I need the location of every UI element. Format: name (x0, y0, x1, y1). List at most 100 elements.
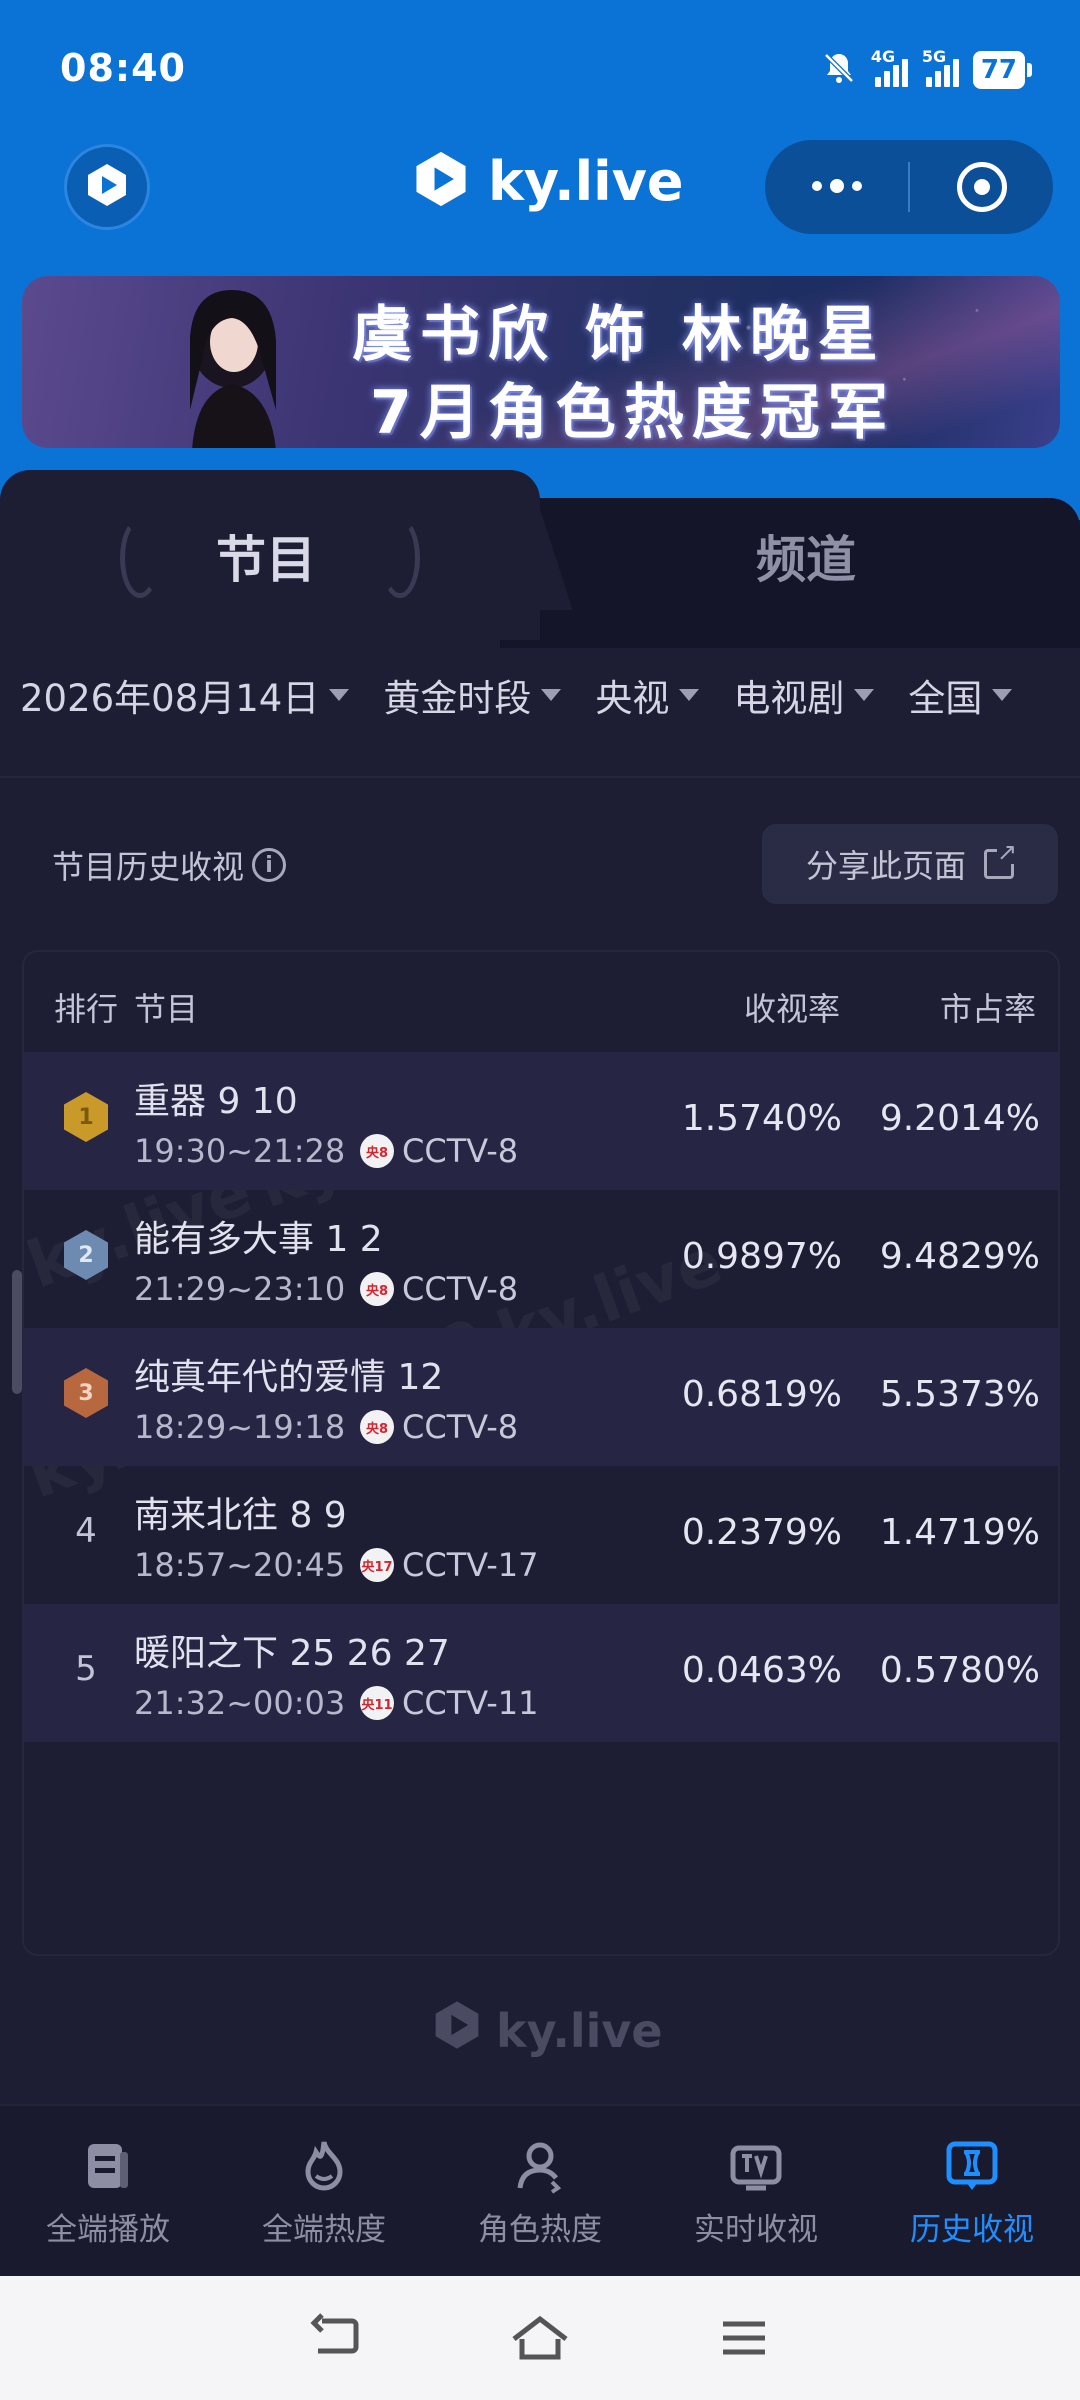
caret-down-icon (854, 689, 875, 701)
app-logo-button[interactable] (64, 144, 150, 230)
external-link-icon (984, 840, 1018, 879)
rating-value: 0.2379% (681, 1512, 842, 1553)
channel: 央8 CCTV-8 (360, 1408, 518, 1446)
filter-label: 2026年08月14日 (20, 677, 320, 720)
program-time: 18:29~19:18 (134, 1408, 346, 1446)
nav-label: 全端播放 (46, 2212, 170, 2248)
channel: 央8 CCTV-8 (360, 1132, 518, 1170)
filter-label: 黄金时段 (383, 677, 532, 720)
channel: 央17 CCTV-17 (360, 1546, 539, 1584)
cctv-logo-icon: 央8 (360, 1272, 394, 1306)
nav-label: 全端热度 (262, 2212, 386, 2248)
play-list-icon (80, 2138, 136, 2194)
bottom-nav: 全端播放 全端热度 角色热度 实时收视 历史收视 (0, 2104, 1080, 2276)
laurel-right-icon (380, 518, 420, 598)
share-value: 5.5373% (879, 1374, 1040, 1415)
table-row[interactable]: 3 纯真年代的爱情 12 18:29~19:18 央8 CCTV-8 0.6819… (24, 1328, 1060, 1466)
nav-all-play[interactable]: 全端播放 (0, 2106, 216, 2276)
caret-down-icon (541, 689, 562, 701)
filter-region[interactable]: 全国 (908, 668, 1013, 722)
channel-name: CCTV-8 (402, 1132, 519, 1170)
nav-all-heat[interactable]: 全端热度 (216, 2106, 432, 2276)
rating-value: 0.0463% (681, 1650, 842, 1691)
program-name: 能有多大事 1 2 (134, 1219, 383, 1260)
channel-name: CCTV-11 (402, 1684, 539, 1722)
tab-programs-label[interactable]: 节目 (216, 520, 316, 592)
section-title-text: 节目历史收视 (52, 848, 245, 886)
filter-genre[interactable]: 电视剧 (733, 668, 875, 722)
filter-label: 全国 (908, 677, 983, 720)
status-bar: 08:40 4G 5G 77 (0, 0, 1080, 140)
table-row[interactable]: 1 重器 9 10 19:30~21:28 央8 CCTV-8 1.5740% 9… (24, 1052, 1060, 1190)
bell-muted-icon (821, 50, 857, 90)
header-share[interactable]: 市占率 (940, 984, 1036, 1030)
channel-name: CCTV-8 (402, 1270, 519, 1308)
filter-label: 电视剧 (733, 677, 845, 720)
promo-banner[interactable]: 虞书欣 饰 林晚星 7月角色热度冠军 (22, 276, 1060, 448)
banner-title: 虞书欣 饰 林晚星 (352, 300, 886, 370)
program-name: 南来北往 8 9 (134, 1495, 347, 1536)
channel: 央11 CCTV-11 (360, 1684, 539, 1722)
section-title: 节目历史收视 i (52, 842, 287, 888)
nav-history-ratings[interactable]: 历史收视 (864, 2106, 1080, 2276)
info-icon[interactable]: i (252, 848, 287, 882)
tv-icon (728, 2138, 784, 2194)
filter-network[interactable]: 央视 (595, 668, 700, 722)
signal-5g-icon: 5G (922, 47, 959, 87)
caret-down-icon (992, 689, 1013, 701)
network-label: 4G (870, 47, 896, 66)
share-label: 分享此页面 (805, 847, 966, 885)
channel: 央8 CCTV-8 (360, 1270, 518, 1308)
table-row[interactable]: 4 南来北往 8 9 18:57~20:45 央17 CCTV-17 0.2379… (24, 1466, 1060, 1604)
cctv-logo-icon: 央17 (360, 1548, 394, 1582)
scroll-indicator[interactable] (12, 1270, 22, 1394)
person-icon (512, 2138, 568, 2194)
more-button[interactable] (765, 140, 908, 234)
filter-timeslot[interactable]: 黄金时段 (383, 668, 562, 722)
target-circle-icon (956, 162, 1007, 212)
header-program[interactable]: 节目 (134, 984, 198, 1030)
filter-date[interactable]: 2026年08月14日 (20, 668, 350, 722)
rank-medal-bronze-icon: 3 (64, 1368, 108, 1418)
rating-value: 1.5740% (681, 1098, 842, 1139)
share-page-button[interactable]: 分享此页面 (762, 824, 1058, 904)
brand-name: ky.live (488, 149, 684, 213)
cctv-logo-icon: 央8 (360, 1410, 394, 1444)
filter-bar: 2026年08月14日 黄金时段 央视 电视剧 全国 (20, 668, 1046, 722)
table-row[interactable]: 5 暖阳之下 25 26 27 21:32~00:03 央11 CCTV-11 0… (24, 1604, 1060, 1742)
channel-name: CCTV-17 (402, 1546, 539, 1584)
rating-value: 0.6819% (681, 1374, 842, 1415)
rating-value: 0.9897% (681, 1236, 842, 1277)
menu-icon[interactable] (712, 2306, 776, 2370)
program-time: 19:30~21:28 (134, 1132, 346, 1170)
program-name: 暖阳之下 25 26 27 (134, 1633, 450, 1674)
nav-label: 实时收视 (694, 2212, 818, 2248)
nav-label: 历史收视 (910, 2212, 1034, 2248)
kylive-logo-icon (410, 148, 472, 214)
header-rating[interactable]: 收视率 (744, 984, 840, 1030)
program-time: 18:57~20:45 (134, 1546, 346, 1584)
fire-icon (296, 2138, 352, 2194)
back-icon[interactable] (304, 2306, 368, 2370)
caret-down-icon (679, 689, 700, 701)
rank-number: 5 (75, 1649, 97, 1689)
kylive-logo-icon (83, 161, 131, 213)
history-icon (944, 2138, 1000, 2194)
nav-character-heat[interactable]: 角色热度 (432, 2106, 648, 2276)
miniprogram-capsule (765, 140, 1053, 234)
close-miniprogram-button[interactable] (910, 140, 1053, 234)
rank-medal-gold-icon: 1 (64, 1092, 108, 1142)
header-rank[interactable]: 排行 (54, 984, 118, 1030)
battery-indicator: 77 (972, 51, 1033, 89)
clock: 08:40 (60, 46, 186, 90)
nav-realtime-ratings[interactable]: 实时收视 (648, 2106, 864, 2276)
kylive-logo-icon (430, 1998, 484, 2063)
table-header: 排行 节目 收视率 市占率 (24, 952, 1058, 1052)
caret-down-icon (329, 689, 350, 701)
share-value: 0.5780% (879, 1650, 1040, 1691)
tab-channels[interactable]: 频道 (756, 520, 856, 592)
footer-brand-text: ky.live (496, 2003, 663, 2058)
rank-medal-silver-icon: 2 (64, 1230, 108, 1280)
home-icon[interactable] (508, 2306, 572, 2370)
table-row[interactable]: 2 能有多大事 1 2 21:29~23:10 央8 CCTV-8 0.9897%… (24, 1190, 1060, 1328)
